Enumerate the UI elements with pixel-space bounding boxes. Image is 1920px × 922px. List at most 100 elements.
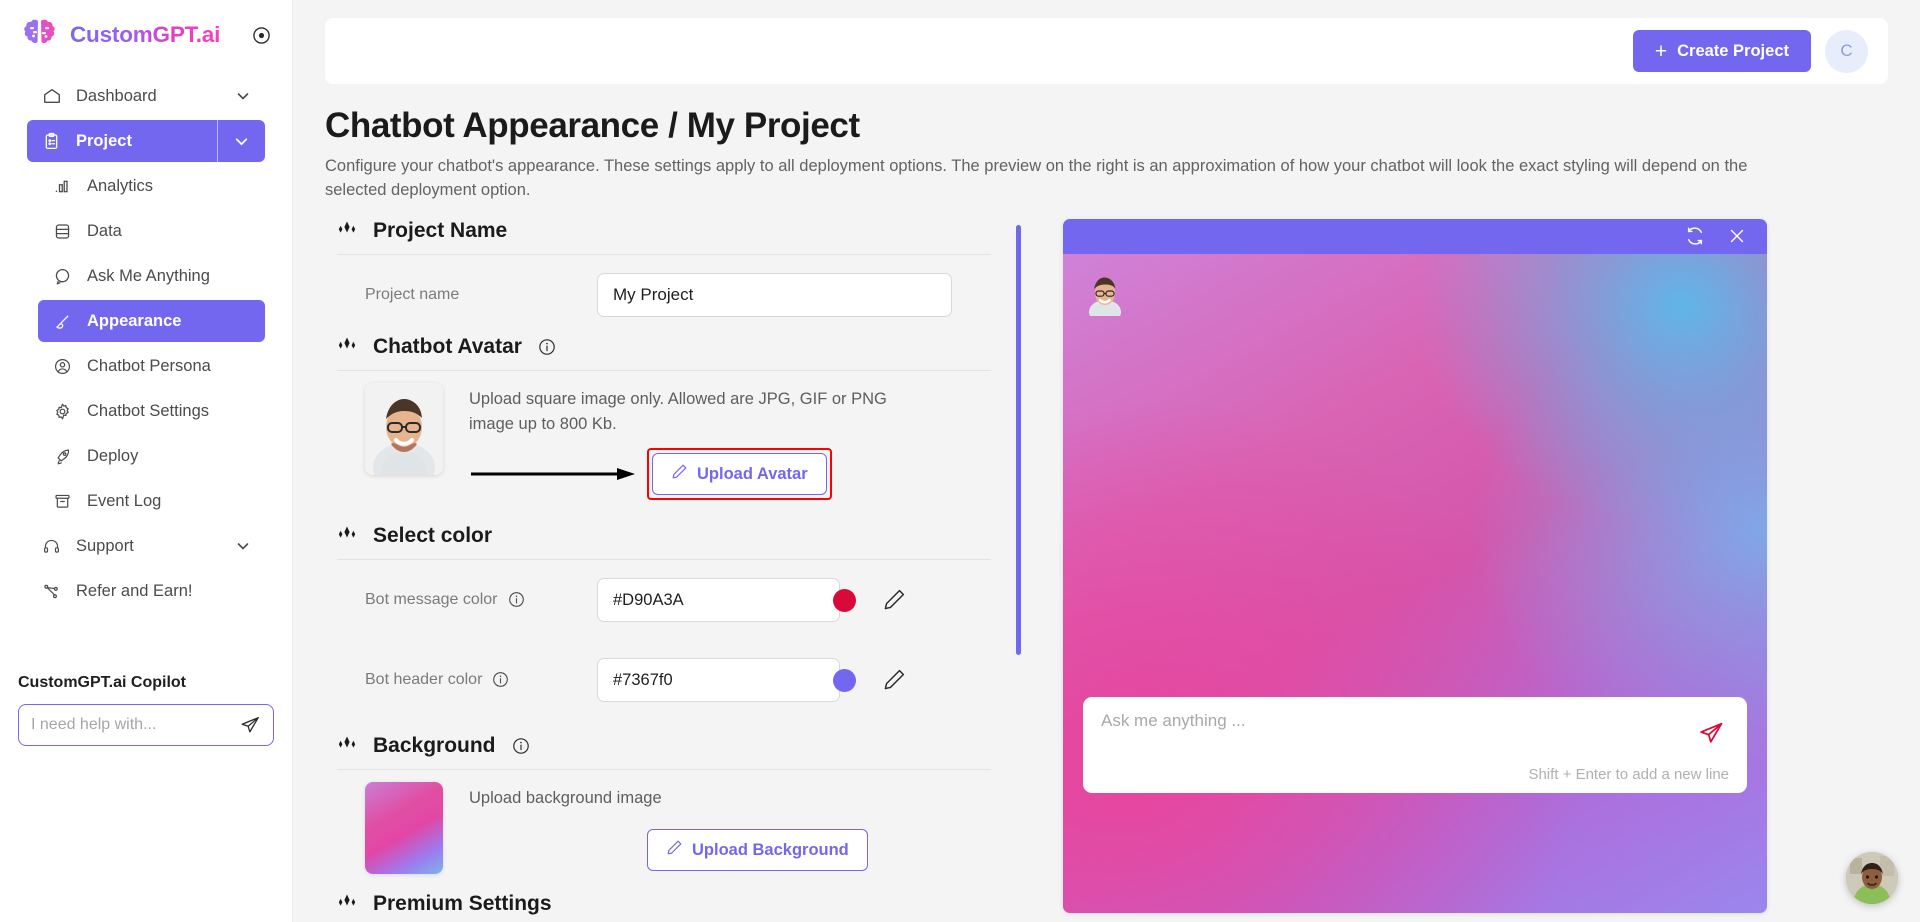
gear-icon: [52, 401, 73, 422]
user-avatar[interactable]: C: [1825, 29, 1868, 73]
chat-bubble-icon: [52, 266, 73, 287]
chevron-down-icon[interactable]: [235, 538, 251, 554]
background-help-text: Upload background image: [469, 789, 662, 808]
paper-plane-icon[interactable]: [238, 713, 261, 737]
copilot-input-box[interactable]: [18, 704, 274, 746]
sidebar-item-project[interactable]: Project: [27, 120, 265, 162]
sidebar-item-support[interactable]: Support: [27, 525, 265, 567]
home-icon: [41, 86, 62, 107]
project-name-row: Project name: [325, 255, 999, 335]
sidebar-item-data[interactable]: Data: [38, 210, 265, 252]
close-icon[interactable]: [1727, 226, 1747, 246]
diamond-cluster-icon: [337, 526, 357, 546]
share-nodes-icon: [41, 581, 62, 602]
create-project-label: Create Project: [1677, 41, 1789, 60]
upload-avatar-button[interactable]: Upload Avatar: [652, 453, 827, 496]
chat-input-placeholder[interactable]: Ask me anything ...: [1101, 711, 1729, 731]
bot-header-color-swatch[interactable]: [833, 668, 856, 692]
headset-icon: [41, 536, 62, 557]
brain-icon: [20, 18, 60, 52]
sidebar-item-label: Refer and Earn!: [76, 581, 193, 600]
avatar-upload-info: Upload square image only. Allowed are JP…: [469, 383, 991, 501]
chevron-down-icon[interactable]: [235, 88, 251, 104]
background-upload-actions: Upload Background: [469, 829, 991, 872]
section-title: Project Name: [373, 218, 508, 242]
edit-bot-message-color-button[interactable]: [882, 587, 908, 613]
annotation-highlight-box: Upload Avatar: [647, 448, 832, 501]
sidebar-item-label: Project: [76, 131, 132, 150]
info-icon[interactable]: [538, 338, 556, 356]
sidebar-item-chatbot-persona[interactable]: Chatbot Persona: [38, 345, 265, 387]
diamond-cluster-icon: [337, 736, 357, 756]
bot-header-color-label-wrap: Bot header color: [365, 671, 585, 689]
copilot-panel: CustomGPT.ai Copilot: [0, 674, 292, 922]
section-chatbot-avatar: Chatbot Avatar: [325, 335, 999, 370]
sidebar-item-label: Chatbot Persona: [87, 356, 211, 375]
chat-input-hint: Shift + Enter to add a new line: [1528, 765, 1729, 783]
sidebar-item-deploy[interactable]: Deploy: [38, 435, 265, 477]
sidebar-item-event-log[interactable]: Event Log: [38, 480, 265, 522]
sidebar-item-ask-me-anything[interactable]: Ask Me Anything: [38, 255, 265, 297]
database-icon: [52, 221, 73, 242]
pencil-icon: [671, 463, 688, 485]
info-icon[interactable]: [492, 671, 510, 689]
avatar-upload-row: Upload square image only. Allowed are JP…: [325, 371, 999, 507]
sidebar-item-label: Support: [76, 536, 134, 555]
section-title: Chatbot Avatar: [373, 334, 522, 358]
sidebar-item-chatbot-settings[interactable]: Chatbot Settings: [38, 390, 265, 432]
sidebar-item-analytics[interactable]: Analytics: [38, 165, 265, 207]
upload-background-button[interactable]: Upload Background: [647, 829, 868, 872]
background-upload-info: Upload background image Upload Backgroun…: [469, 782, 991, 874]
copilot-input[interactable]: [31, 716, 238, 734]
sidebar-item-label: Analytics: [87, 176, 154, 195]
info-icon[interactable]: [508, 591, 526, 609]
refresh-icon[interactable]: [1685, 226, 1705, 246]
diamond-cluster-icon: [337, 337, 357, 357]
bot-avatar-image: [1083, 272, 1127, 316]
bot-message-color-input[interactable]: [613, 590, 833, 610]
sidebar-item-dashboard[interactable]: Dashboard: [27, 75, 265, 117]
chatbot-preview: Ask me anything ... Shift + Enter to add…: [1063, 218, 1767, 913]
section-title: Select color: [373, 524, 493, 548]
sidebar-item-label: Chatbot Settings: [87, 401, 209, 420]
section-select-color: Select color: [325, 524, 999, 559]
app-root: CustomGPT.ai Dashboard Project Analytics…: [0, 0, 1920, 922]
upload-avatar-label: Upload Avatar: [697, 464, 808, 483]
bot-message-color-swatch[interactable]: [833, 588, 856, 612]
page-description: Configure your chatbot's appearance. The…: [325, 157, 1748, 199]
send-icon[interactable]: [1697, 719, 1725, 747]
create-project-button[interactable]: + Create Project: [1632, 30, 1811, 72]
bot-header-color-row: Bot header color: [325, 640, 999, 720]
settings-scrollbar[interactable]: [1016, 224, 1021, 655]
project-name-input[interactable]: [597, 272, 952, 317]
annotation-arrow-icon: [469, 466, 639, 482]
support-agent-avatar[interactable]: [1846, 852, 1898, 904]
edit-bot-header-color-button[interactable]: [882, 667, 908, 693]
bot-header-color-input[interactable]: [613, 670, 833, 690]
archive-icon: [52, 491, 73, 512]
bot-header-color-field[interactable]: [597, 658, 856, 703]
settings-column: Project Name Project name Chatbot Av: [325, 218, 1025, 915]
upload-background-label: Upload Background: [692, 840, 849, 859]
info-icon[interactable]: [512, 737, 530, 755]
chat-input-box[interactable]: Ask me anything ... Shift + Enter to add…: [1083, 696, 1747, 793]
collapse-circle-icon[interactable]: [250, 24, 272, 46]
bar-chart-icon: [52, 176, 73, 197]
plus-icon: +: [1654, 39, 1668, 63]
rocket-icon: [52, 446, 73, 467]
sidebar-item-label: Event Log: [87, 491, 162, 510]
sidebar-item-label: Appearance: [87, 311, 182, 330]
bot-message-color-row: Bot message color: [325, 560, 999, 640]
bot-message-color-field[interactable]: [597, 578, 856, 623]
brand-logo[interactable]: CustomGPT.ai: [0, 0, 292, 66]
sidebar-item-appearance[interactable]: Appearance: [38, 300, 265, 342]
sidebar-item-refer-and-earn[interactable]: Refer and Earn!: [27, 570, 265, 612]
background-preview: [365, 782, 443, 875]
sidebar-item-label: Deploy: [87, 446, 139, 465]
content-area: Project Name Project name Chatbot Av: [293, 203, 1920, 915]
sidebar-nav: Dashboard Project Analytics Data Ask Me …: [0, 66, 292, 615]
section-title: Background: [373, 734, 496, 758]
section-background: Background: [325, 734, 999, 769]
sidebar-item-label: Ask Me Anything: [87, 266, 210, 285]
project-expand-toggle[interactable]: [217, 120, 265, 162]
